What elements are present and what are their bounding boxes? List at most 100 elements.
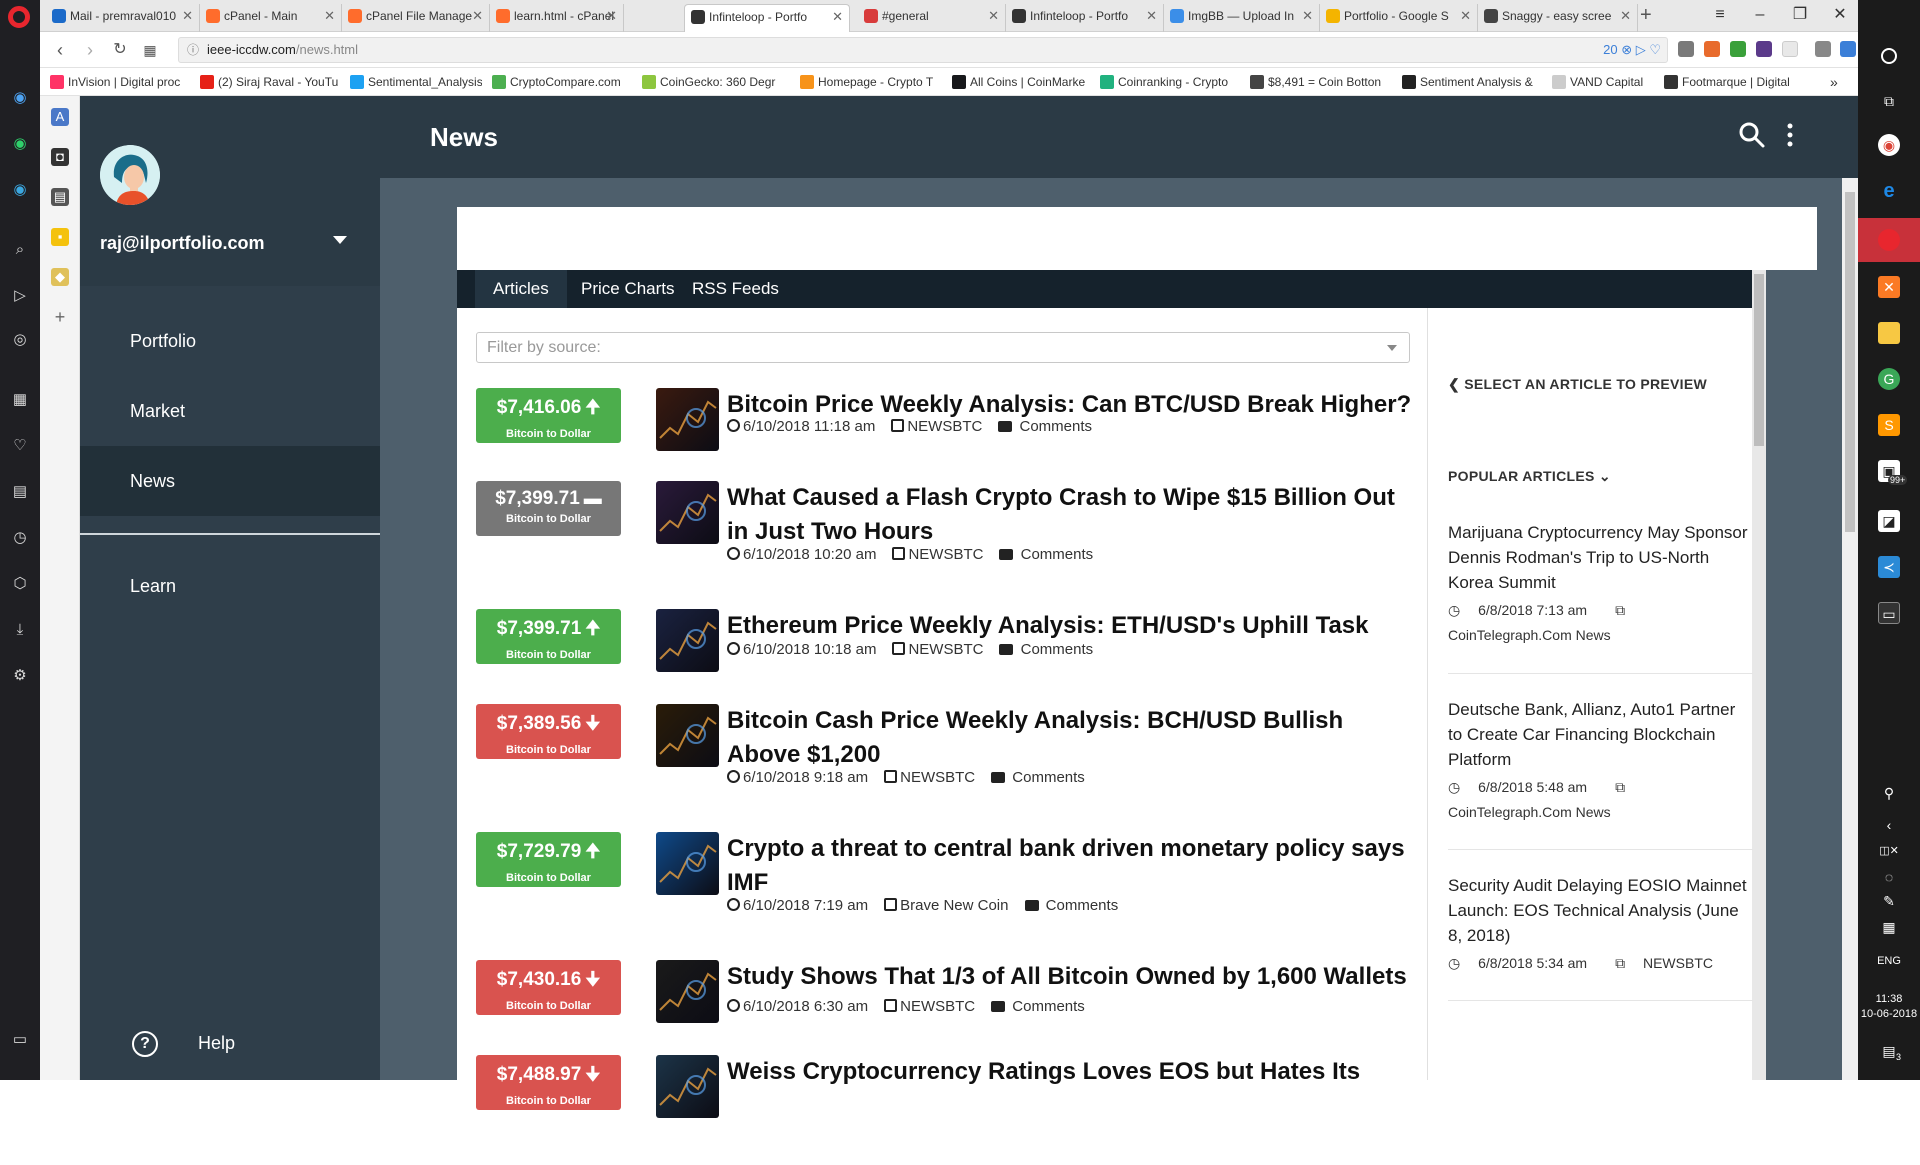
panel-scrollbar[interactable] <box>1752 270 1766 1080</box>
article-headline[interactable]: Weiss Cryptocurrency Ratings Loves EOS b… <box>727 1055 1417 1089</box>
keep-icon[interactable]: ▪ <box>51 228 69 246</box>
nav-item-news[interactable]: News <box>80 446 380 516</box>
new-tab-button[interactable]: + <box>1640 4 1652 26</box>
bookmark-item[interactable]: Homepage - Crypto T <box>798 73 942 91</box>
battery-icon[interactable] <box>1840 41 1856 57</box>
history-icon[interactable]: ◷ <box>10 528 30 548</box>
chevron-down-icon[interactable] <box>333 236 347 244</box>
tab-menu-icon[interactable]: ≡ <box>1705 4 1735 26</box>
tabs-grid-button[interactable]: ▦ <box>140 40 160 60</box>
speed-dial-icon[interactable]: ▦ <box>10 390 30 410</box>
close-icon[interactable]: ✕ <box>1620 4 1631 28</box>
article-comments[interactable]: Comments <box>999 546 1093 563</box>
xampp-icon[interactable]: ✕ <box>1878 276 1900 298</box>
calculator-icon[interactable]: ▤ <box>51 188 69 206</box>
maximize-button[interactable]: ❐ <box>1785 4 1815 26</box>
bookmarks-overflow-icon[interactable]: » <box>1830 73 1838 91</box>
extension-icon[interactable] <box>1756 41 1772 57</box>
sticky-notes-icon[interactable]: ◪ <box>1878 510 1900 532</box>
close-icon[interactable]: ✕ <box>988 4 999 28</box>
download-icon[interactable]: ⤓ <box>10 620 30 640</box>
back-button[interactable]: ‹ <box>50 40 70 60</box>
settings-icon[interactable]: ⚙ <box>10 666 30 686</box>
reload-button[interactable]: ↻ <box>110 40 130 60</box>
popular-article-title[interactable]: Security Audit Delaying EOSIO Mainnet La… <box>1448 873 1753 948</box>
close-icon[interactable]: ✕ <box>832 5 843 29</box>
bookmark-item[interactable]: Sentimental_Analysis <box>348 73 482 91</box>
opera-logo[interactable] <box>8 6 30 28</box>
article-row[interactable]: $7,430.16 🠋 Bitcoin to Dollar Study Shows T… <box>476 960 1410 1070</box>
scrollbar-thumb[interactable] <box>1845 192 1855 532</box>
news-icon[interactable]: ▤ <box>10 482 30 502</box>
nav-item-portfolio[interactable]: Portfolio <box>80 306 380 376</box>
close-icon[interactable]: ✕ <box>472 4 483 28</box>
sublime-icon[interactable]: S <box>1878 414 1900 436</box>
tab-rss-feeds[interactable]: RSS Feeds <box>674 270 797 308</box>
extension-icon[interactable] <box>1730 41 1746 57</box>
article-thumbnail[interactable] <box>656 388 719 451</box>
bookmark-item[interactable]: (2) Siraj Raval - YouTu <box>198 73 340 91</box>
keyboard-icon[interactable]: ▦ <box>1878 916 1900 938</box>
article-source[interactable]: NEWSBTC <box>884 998 975 1015</box>
close-window-button[interactable]: ✕ <box>1825 4 1855 26</box>
popular-article-title[interactable]: Marijuana Cryptocurrency May Sponsor Den… <box>1448 520 1753 595</box>
close-icon[interactable]: ✕ <box>1460 4 1471 28</box>
bookmark-item[interactable]: Sentiment Analysis & <box>1400 73 1542 91</box>
terminal-icon[interactable]: ▭ <box>1878 602 1900 624</box>
article-thumbnail[interactable] <box>656 704 719 767</box>
send-icon[interactable]: ▷ <box>10 286 30 306</box>
file-explorer-icon[interactable] <box>1878 322 1900 344</box>
browser-tab[interactable]: #general ✕ <box>858 4 1006 32</box>
whatsapp-icon[interactable]: ◉ <box>10 134 30 154</box>
article-headline[interactable]: Study Shows That 1/3 of All Bitcoin Owne… <box>727 960 1417 994</box>
article-source[interactable]: Brave New Coin <box>884 897 1009 914</box>
bookmark-item[interactable]: All Coins | CoinMarke <box>950 73 1090 91</box>
close-icon[interactable]: ✕ <box>1146 4 1157 28</box>
extension-icon[interactable] <box>1704 41 1720 57</box>
popular-article[interactable]: Security Audit Delaying EOSIO Mainnet La… <box>1448 873 1753 976</box>
translate-icon[interactable]: A <box>51 108 69 126</box>
browser-tab[interactable]: Snaggy - easy scree ✕ <box>1478 4 1638 32</box>
popular-article[interactable]: Marijuana Cryptocurrency May Sponsor Den… <box>1448 520 1753 648</box>
grammarly-icon[interactable]: G <box>1878 368 1900 390</box>
chevron-left-icon[interactable]: ‹ <box>1878 814 1900 836</box>
tab-articles[interactable]: Articles <box>475 270 567 308</box>
telegram-icon[interactable]: ◉ <box>10 180 30 200</box>
cortana-icon[interactable] <box>1881 48 1897 64</box>
article-headline[interactable]: What Caused a Flash Crypto Crash to Wipe… <box>727 481 1417 549</box>
box-icon[interactable]: ⬡ <box>10 574 30 594</box>
article-thumbnail[interactable] <box>656 832 719 895</box>
bookmark-item[interactable]: Coinranking - Crypto <box>1098 73 1240 91</box>
download-icon[interactable] <box>1815 41 1831 57</box>
article-source[interactable]: NEWSBTC <box>891 418 982 435</box>
help-link[interactable]: ? Help <box>132 1029 235 1058</box>
url-extras[interactable]: 20 ⊗ ▷ ♡ <box>1603 38 1661 62</box>
pen-icon[interactable]: ✎ <box>1878 890 1900 912</box>
browser-tab[interactable]: cPanel File Manage ✕ <box>342 4 490 32</box>
article-headline[interactable]: Bitcoin Cash Price Weekly Analysis: BCH/… <box>727 704 1417 772</box>
browser-tab[interactable]: cPanel - Main ✕ <box>200 4 342 32</box>
article-thumbnail[interactable] <box>656 1055 719 1118</box>
close-icon[interactable]: ✕ <box>182 4 193 28</box>
more-vert-icon[interactable] <box>1780 120 1800 150</box>
article-comments[interactable]: Comments <box>998 418 1092 435</box>
source-filter[interactable]: Filter by source: <box>476 332 1410 363</box>
sidebar-toggle-icon[interactable]: ▭ <box>10 1030 30 1050</box>
avatar[interactable] <box>100 145 160 205</box>
article-row[interactable]: $7,389.56 🠋 Bitcoin to Dollar Bitcoin Cash … <box>476 704 1410 814</box>
bookmark-item[interactable]: CoinGecko: 360 Degr <box>640 73 788 91</box>
heart-icon[interactable]: ♡ <box>10 436 30 456</box>
chrome-icon[interactable]: ◉ <box>1878 134 1900 156</box>
popular-article[interactable]: Deutsche Bank, Allianz, Auto1 Partner to… <box>1448 697 1753 825</box>
language-indicator[interactable]: ENG <box>1858 955 1920 967</box>
bookmark-item[interactable]: $8,491 = Coin Botton <box>1248 73 1392 91</box>
nav-item-market[interactable]: Market <box>80 376 380 446</box>
search-icon[interactable]: ⌕ <box>10 240 30 260</box>
article-headline[interactable]: Crypto a threat to central bank driven m… <box>727 832 1417 900</box>
extension-icon[interactable]: ◆ <box>51 268 69 286</box>
opera-icon[interactable] <box>1878 229 1900 251</box>
add-icon[interactable]: + <box>51 308 69 326</box>
instagram-icon[interactable]: ◘ <box>51 148 69 166</box>
popular-article-title[interactable]: Deutsche Bank, Allianz, Auto1 Partner to… <box>1448 697 1753 772</box>
article-comments[interactable]: Comments <box>1024 897 1118 914</box>
